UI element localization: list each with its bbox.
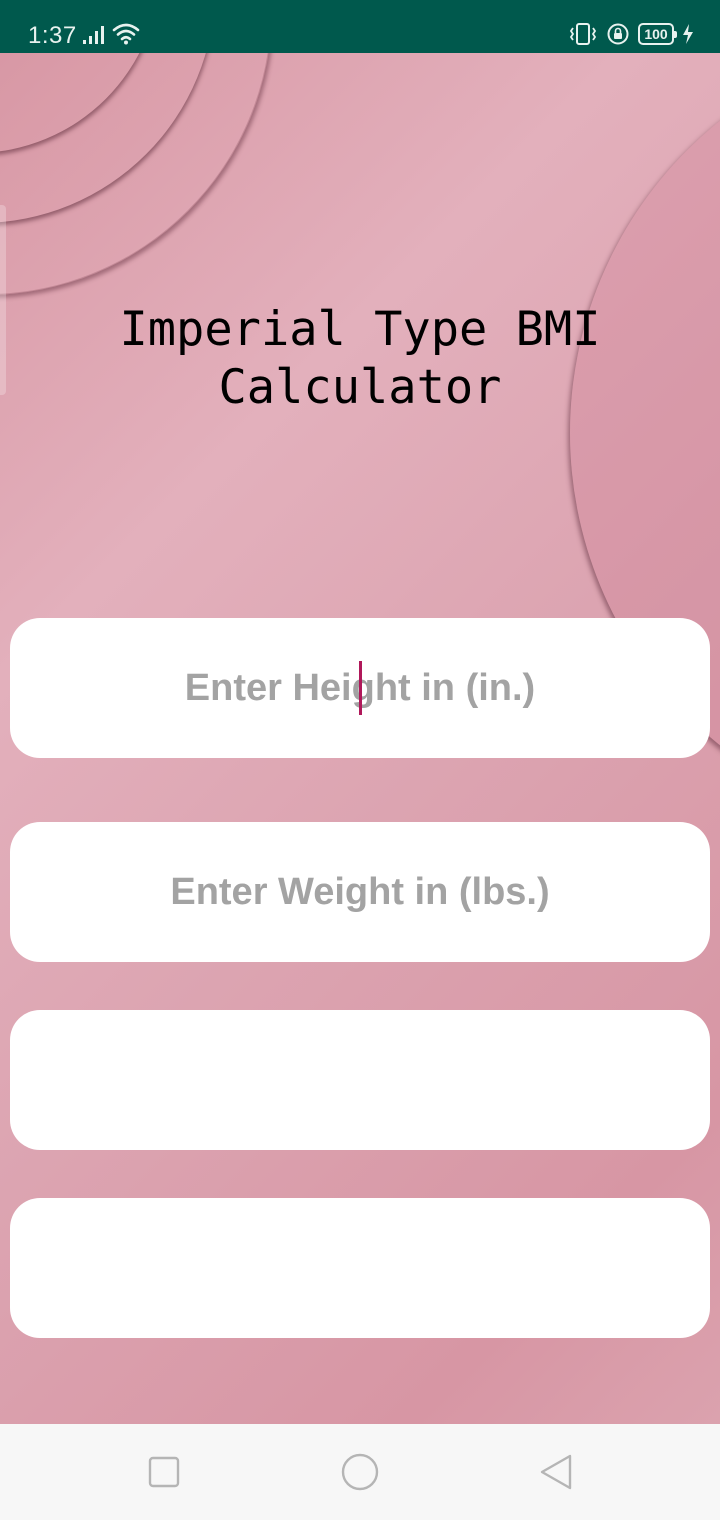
decorative-circle xyxy=(0,53,272,295)
status-right-icons: 100 xyxy=(568,22,694,46)
rotation-lock-icon xyxy=(607,23,629,45)
square-icon xyxy=(148,1456,180,1488)
weight-input-placeholder: Enter Weight in (lbs.) xyxy=(170,870,550,913)
charging-icon xyxy=(683,24,693,44)
result-field-1[interactable] xyxy=(10,1010,710,1150)
circle-icon xyxy=(341,1453,379,1491)
home-button[interactable] xyxy=(340,1452,380,1492)
triangle-back-icon xyxy=(540,1454,572,1490)
decorative-circle xyxy=(0,53,160,153)
back-button[interactable] xyxy=(536,1452,576,1492)
vibrate-icon xyxy=(569,23,597,45)
status-left-icons xyxy=(82,23,140,45)
navigation-bar xyxy=(0,1424,720,1520)
screen: 1:37 100 Imperial Type BMI Calculator En… xyxy=(0,0,720,1520)
status-bar: 1:37 100 xyxy=(0,0,720,53)
main-content: Imperial Type BMI Calculator Enter Heigh… xyxy=(0,53,720,1424)
page-title: Imperial Type BMI Calculator xyxy=(119,302,601,415)
weight-input[interactable]: Enter Weight in (lbs.) xyxy=(10,822,710,962)
status-time: 1:37 xyxy=(28,22,77,49)
battery-icon: 100 xyxy=(638,23,677,45)
recent-apps-button[interactable] xyxy=(144,1452,184,1492)
wifi-icon xyxy=(112,23,140,45)
result-field-2[interactable] xyxy=(10,1198,710,1338)
height-input[interactable]: Enter Height in (in.) xyxy=(10,618,710,758)
signal-icon xyxy=(83,26,104,44)
decorative-circle xyxy=(0,53,215,223)
text-cursor xyxy=(359,661,362,715)
battery-level: 100 xyxy=(644,26,668,42)
